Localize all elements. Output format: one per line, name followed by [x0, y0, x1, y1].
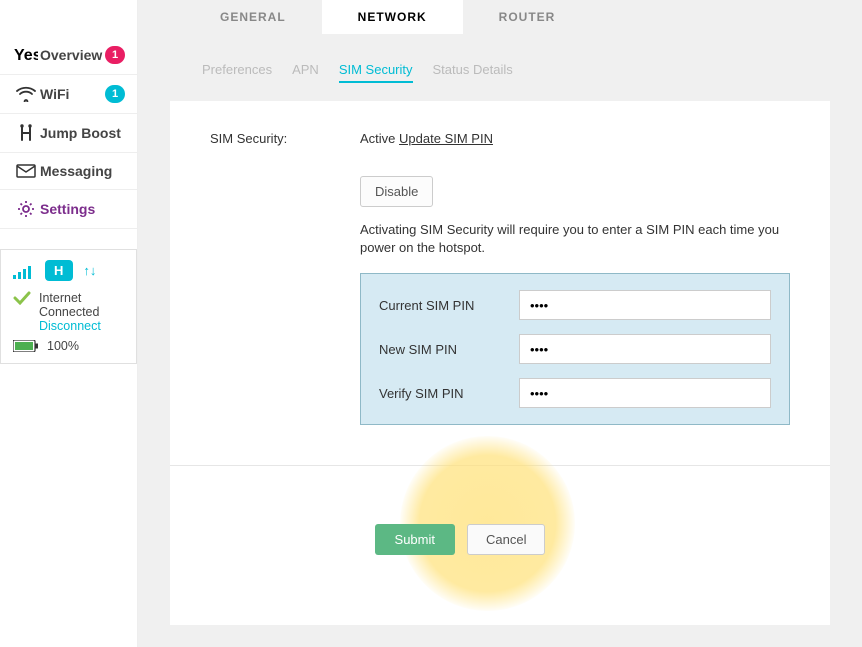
- verify-pin-label: Verify SIM PIN: [379, 386, 519, 401]
- sub-tabs: Preferences APN SIM Security Status Deta…: [202, 62, 862, 83]
- disable-button[interactable]: Disable: [360, 176, 433, 207]
- wifi-icon: [12, 86, 40, 102]
- pin-box: Current SIM PIN New SIM PIN Verify SIM P…: [360, 273, 790, 425]
- updown-icon: ↑↓: [83, 263, 96, 278]
- verify-pin-input[interactable]: [519, 378, 771, 408]
- sim-security-heading: SIM Security:: [210, 131, 360, 146]
- sidebar-item-label: Messaging: [40, 163, 125, 179]
- cancel-button[interactable]: Cancel: [467, 524, 545, 555]
- gear-icon: [12, 200, 40, 218]
- footer-area: Submit Cancel: [170, 465, 830, 625]
- submit-button[interactable]: Submit: [375, 524, 455, 555]
- subtab-sim-security[interactable]: SIM Security: [339, 62, 413, 83]
- internet-connected-label: Internet Connected: [39, 291, 124, 319]
- sidebar-item-overview[interactable]: Yes Overview 1: [0, 36, 137, 75]
- main: GENERAL NETWORK ROUTER Preferences APN S…: [138, 0, 862, 647]
- sim-security-status: Active: [360, 131, 395, 146]
- new-pin-label: New SIM PIN: [379, 342, 519, 357]
- check-icon: [13, 291, 31, 305]
- current-pin-input[interactable]: [519, 290, 771, 320]
- battery-label: 100%: [47, 339, 79, 353]
- current-pin-label: Current SIM PIN: [379, 298, 519, 313]
- sidebar-item-label: Settings: [40, 201, 125, 217]
- disconnect-link[interactable]: Disconnect: [39, 319, 124, 333]
- sidebar-item-label: Jump Boost: [40, 125, 125, 141]
- subtab-apn[interactable]: APN: [292, 62, 319, 83]
- sidebar-item-settings[interactable]: Settings: [0, 190, 137, 229]
- new-pin-input[interactable]: [519, 334, 771, 364]
- sidebar-item-label: Overview: [40, 47, 105, 63]
- signal-icon: [13, 263, 35, 279]
- sidebar-item-wifi[interactable]: WiFi 1: [0, 75, 137, 114]
- sidebar-item-jumpboost[interactable]: Jump Boost: [0, 114, 137, 153]
- tab-general[interactable]: GENERAL: [184, 0, 322, 34]
- sidebar-item-label: WiFi: [40, 86, 105, 102]
- badge: 1: [105, 85, 125, 103]
- jumpboost-icon: [12, 124, 40, 142]
- tab-network[interactable]: NETWORK: [322, 0, 463, 34]
- logo-icon: Yes: [12, 46, 40, 64]
- network-type-badge: H: [45, 260, 73, 281]
- tab-router[interactable]: ROUTER: [463, 0, 592, 34]
- sim-help-text: Activating SIM Security will require you…: [360, 221, 780, 257]
- panel-sim-security: SIM Security: Active Update SIM PIN Disa…: [170, 101, 830, 465]
- envelope-icon: [12, 164, 40, 178]
- svg-text:Yes: Yes: [14, 47, 38, 64]
- badge: 1: [105, 46, 125, 64]
- top-tabs: GENERAL NETWORK ROUTER: [184, 0, 862, 34]
- sidebar-item-messaging[interactable]: Messaging: [0, 153, 137, 190]
- status-box: H ↑↓ Internet Connected Disconnect 100%: [0, 249, 137, 364]
- subtab-status-details[interactable]: Status Details: [433, 62, 513, 83]
- update-sim-pin-link[interactable]: Update SIM PIN: [399, 131, 493, 146]
- subtab-preferences[interactable]: Preferences: [202, 62, 272, 83]
- battery-icon: [13, 340, 39, 352]
